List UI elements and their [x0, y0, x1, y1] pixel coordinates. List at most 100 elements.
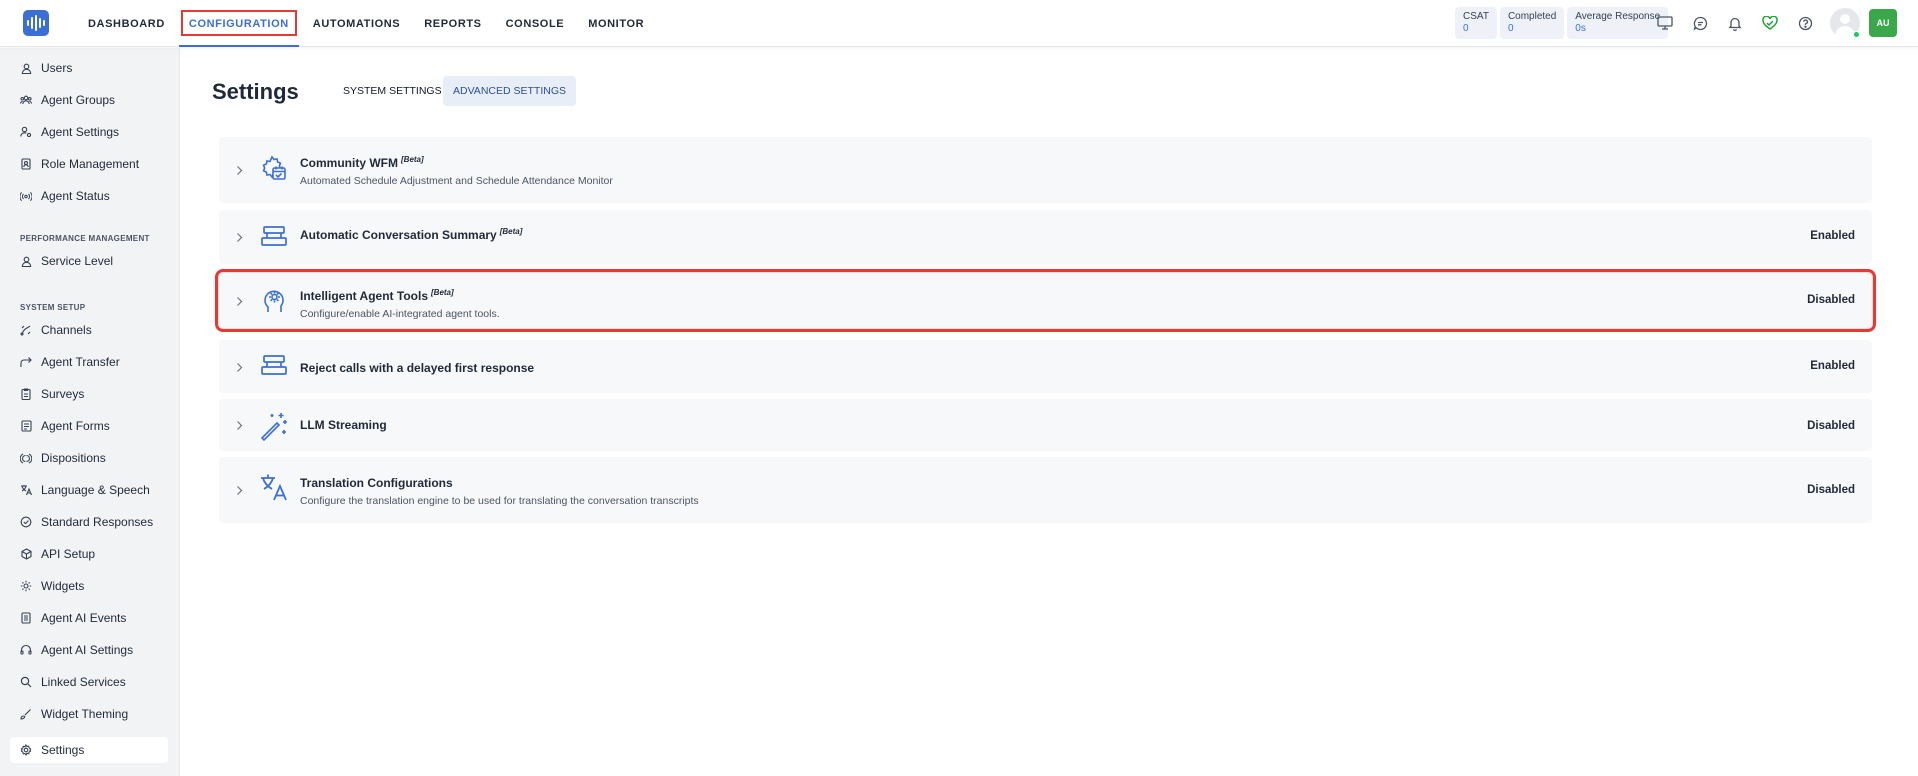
nav-monitor[interactable]: MONITOR: [578, 0, 654, 47]
setting-title: Translation Configurations: [300, 475, 456, 490]
setting-title-text: Automatic Conversation Summary: [300, 228, 497, 242]
chevron-right-icon[interactable]: [236, 419, 244, 431]
stat-label: CSAT: [1463, 11, 1489, 22]
translate-icon: [20, 484, 32, 496]
user-icon: [20, 62, 32, 74]
sidebar-item-settings[interactable]: Settings: [10, 737, 168, 763]
setting-card-intelligent-agent-tools[interactable]: Intelligent Agent Tools [Beta] Configure/…: [215, 269, 1876, 332]
setting-status: Disabled: [1807, 294, 1855, 306]
sidebar-item-api-setup[interactable]: API Setup: [10, 541, 168, 567]
setting-title-text: Reject calls with a delayed first respon…: [300, 361, 535, 375]
setting-description: Configure/enable AI-integrated agent too…: [300, 308, 500, 320]
sidebar-item-label: Settings: [41, 743, 85, 757]
setting-status: Disabled: [1807, 484, 1855, 496]
sidebar-item-agent-transfer[interactable]: Agent Transfer: [10, 349, 168, 375]
stat-value: 0: [1507, 23, 1514, 34]
chevron-right-icon[interactable]: [236, 295, 244, 307]
sidebar-item-label: Agent AI Events: [41, 611, 127, 625]
sidebar-item-label: Agent AI Settings: [41, 643, 134, 657]
stat-csat: CSAT 0: [1455, 7, 1497, 39]
page-title: Settings: [212, 79, 299, 104]
setting-title-text: Intelligent Agent Tools: [300, 289, 428, 303]
nav-dashboard[interactable]: DASHBOARD: [78, 0, 175, 47]
tab-system-settings[interactable]: SYSTEM SETTINGS: [333, 76, 452, 106]
setting-title-text: Community WFM: [300, 156, 398, 170]
sidebar-item-standard-responses[interactable]: Standard Responses: [10, 509, 168, 535]
sidebar-item-agent-settings[interactable]: Agent Settings: [10, 119, 168, 145]
chevron-right-icon[interactable]: [236, 484, 244, 496]
events-icon: [20, 612, 32, 624]
sidebar-item-agent-status[interactable]: Agent Status: [10, 183, 168, 209]
chat-icon[interactable]: [1689, 12, 1711, 34]
setting-title: Reject calls with a delayed first respon…: [300, 360, 537, 375]
search-icon: [20, 676, 32, 688]
sidebar-item-label: Users: [41, 61, 73, 75]
sidebar-item-widget-theming[interactable]: Widget Theming: [10, 701, 168, 727]
magic-wand-icon: [259, 411, 289, 442]
setting-title-text: Translation Configurations: [300, 476, 453, 490]
top-bar: DASHBOARD CONFIGURATION AUTOMATIONS REPO…: [0, 0, 1918, 47]
monitor-icon[interactable]: [1654, 12, 1676, 34]
setting-title-text: LLM Streaming: [300, 418, 387, 432]
heart-check-icon[interactable]: [1759, 12, 1781, 34]
section-performance-management: PERFORMANCE MANAGEMENT: [20, 234, 150, 243]
stats-bar: CSAT 0 Completed 0 Average Response 0s: [1455, 7, 1669, 39]
tab-advanced-settings[interactable]: ADVANCED SETTINGS: [443, 76, 576, 106]
stat-label: Completed: [1507, 11, 1557, 22]
sidebar-item-users[interactable]: Users: [10, 55, 168, 81]
setting-card-community-wfm[interactable]: Community WFM [Beta] Automated Schedule A…: [219, 137, 1872, 203]
setting-card-automatic-conversation-summary[interactable]: Automatic Conversation Summary [Beta] Ena…: [219, 210, 1872, 264]
sidebar-item-dispositions[interactable]: Dispositions: [10, 445, 168, 471]
setting-card-llm-streaming[interactable]: LLM Streaming Disabled: [219, 399, 1872, 451]
sidebar-item-label: Agent Status: [41, 189, 110, 203]
clipboard-icon: [20, 388, 32, 400]
setting-status: Disabled: [1807, 420, 1855, 432]
setting-status: Enabled: [1810, 360, 1855, 372]
sidebar-item-label: Widget Theming: [41, 707, 129, 721]
app-logo-icon[interactable]: [23, 10, 49, 36]
sidebar-item-linked-services[interactable]: Linked Services: [10, 669, 168, 695]
sidebar-item-agent-ai-settings[interactable]: Agent AI Settings: [10, 637, 168, 663]
chevron-right-icon[interactable]: [236, 361, 244, 373]
sidebar-item-widgets[interactable]: Widgets: [10, 573, 168, 599]
sidebar-item-label: Agent Settings: [41, 125, 120, 139]
user-badge[interactable]: AU: [1869, 9, 1897, 37]
sidebar-item-label: Language & Speech: [41, 483, 150, 497]
calendar-gear-icon: [259, 154, 289, 184]
transfer-icon: [20, 356, 32, 368]
check-circle-icon: [20, 516, 32, 528]
setting-title: LLM Streaming: [300, 417, 390, 432]
bell-icon[interactable]: [1724, 12, 1746, 34]
chevron-right-icon[interactable]: [236, 164, 244, 176]
group-icon: [20, 94, 32, 106]
setting-description: Automated Schedule Adjustment and Schedu…: [300, 175, 613, 187]
nav-configuration[interactable]: CONFIGURATION: [178, 0, 299, 47]
sidebar-item-channels[interactable]: Channels: [10, 317, 168, 343]
sidebar-item-role-management[interactable]: Role Management: [10, 151, 168, 177]
nav-automations[interactable]: AUTOMATIONS: [303, 0, 410, 47]
headset-icon: [20, 644, 32, 656]
setting-card-translation-configurations[interactable]: Translation Configurations Configure the…: [219, 457, 1872, 523]
sidebar-item-surveys[interactable]: Surveys: [10, 381, 168, 407]
sidebar-item-service-level[interactable]: Service Level: [10, 248, 168, 274]
nav-reports[interactable]: REPORTS: [414, 0, 491, 47]
setting-title: Automatic Conversation Summary [Beta]: [300, 227, 522, 242]
sidebar-item-agent-groups[interactable]: Agent Groups: [10, 87, 168, 113]
chevron-right-icon[interactable]: [236, 231, 244, 243]
sidebar-item-label: Agent Transfer: [41, 355, 120, 369]
user-settings-icon: [20, 126, 32, 138]
help-icon[interactable]: [1794, 12, 1816, 34]
sidebar-item-label: Linked Services: [41, 675, 126, 689]
role-icon: [20, 158, 32, 170]
sidebar-item-label: Agent Forms: [41, 419, 110, 433]
sidebar: Users Agent Groups Agent Settings Role M…: [0, 48, 180, 776]
section-system-setup: SYSTEM SETUP: [20, 303, 86, 312]
sidebar-item-agent-ai-events[interactable]: Agent AI Events: [10, 605, 168, 631]
nav-console[interactable]: CONSOLE: [496, 0, 575, 47]
setting-card-reject-calls-delayed-first-response[interactable]: Reject calls with a delayed first respon…: [219, 340, 1872, 393]
api-icon: [20, 548, 32, 560]
sidebar-item-language-speech[interactable]: Language & Speech: [10, 477, 168, 503]
online-status-dot: [1853, 31, 1860, 38]
stat-completed: Completed 0: [1499, 7, 1565, 39]
sidebar-item-agent-forms[interactable]: Agent Forms: [10, 413, 168, 439]
